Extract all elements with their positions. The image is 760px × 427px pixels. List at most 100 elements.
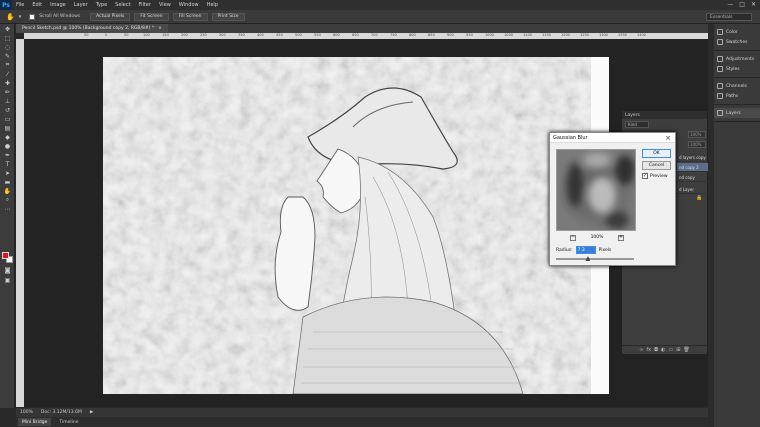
adjustments-label: Adjustments: [726, 56, 755, 62]
close-icon[interactable]: ×: [665, 134, 671, 142]
delete-layer-icon[interactable]: 🗑: [683, 347, 689, 353]
menu-help[interactable]: Help: [203, 2, 222, 8]
paths-panel-button[interactable]: Paths: [714, 91, 760, 101]
layer-row[interactable]: d layers copy: [677, 153, 708, 162]
menu-file[interactable]: File: [12, 2, 28, 8]
channels-panel-button[interactable]: Channels: [714, 81, 760, 91]
dodge-tool-icon[interactable]: ●: [2, 142, 13, 150]
color-panel-group: Color Swatches: [714, 24, 760, 51]
radius-slider[interactable]: [556, 258, 634, 260]
channels-panel-group: Channels Paths: [714, 78, 760, 105]
workspace-select[interactable]: Essentials: [706, 13, 752, 21]
ruler-mark: 650: [352, 33, 359, 37]
quick-select-tool-icon[interactable]: ✎: [2, 52, 13, 60]
radius-input[interactable]: 7.3: [575, 246, 596, 254]
swatches-panel-button[interactable]: Swatches: [714, 37, 760, 47]
mini-bridge-tab[interactable]: Mini Bridge: [18, 418, 52, 426]
status-menu-icon[interactable]: ▶: [90, 410, 93, 415]
ruler-mark: 550: [314, 33, 321, 37]
healing-brush-tool-icon[interactable]: ✚: [2, 79, 13, 87]
gradient-tool-icon[interactable]: ▤: [2, 124, 13, 132]
link-layers-icon[interactable]: ∞: [639, 347, 643, 353]
document-image[interactable]: [103, 57, 609, 394]
menu-bar: Ps File Edit Image Layer Type Select Fil…: [0, 0, 760, 10]
lasso-tool-icon[interactable]: ◌: [2, 43, 13, 51]
styles-panel-button[interactable]: Styles: [714, 64, 760, 74]
type-tool-icon[interactable]: T: [2, 160, 13, 168]
zoom-out-button[interactable]: −: [570, 234, 576, 241]
eyedropper-tool-icon[interactable]: ⁄: [2, 70, 13, 78]
layer-style-icon[interactable]: fx: [646, 347, 651, 353]
hand-tool-icon[interactable]: ✋: [2, 187, 13, 195]
ruler-mark: 750: [390, 33, 397, 37]
menu-image[interactable]: Image: [46, 2, 70, 8]
scroll-all-checkbox[interactable]: [29, 13, 36, 20]
ruler-mark: 800: [409, 33, 416, 37]
fill-screen-button[interactable]: Fill Screen: [172, 12, 208, 21]
shape-tool-icon[interactable]: ▬: [2, 178, 13, 186]
layers-panel-button[interactable]: Layers: [714, 108, 760, 118]
blur-preview[interactable]: [556, 149, 636, 231]
opacity-field[interactable]: 100%: [688, 131, 706, 138]
zoom-tool-icon[interactable]: ⌕: [2, 196, 13, 204]
menu-layer[interactable]: Layer: [70, 2, 92, 8]
document-tab[interactable]: Pencil Sketch.psd @ 100% (Background cop…: [16, 24, 168, 33]
menu-window[interactable]: Window: [175, 2, 203, 8]
zoom-level[interactable]: 100%: [20, 410, 33, 415]
eraser-tool-icon[interactable]: ▭: [2, 115, 13, 123]
actual-pixels-button[interactable]: Actual Pixels: [90, 12, 131, 21]
channels-label: Channels: [726, 83, 747, 89]
menu-edit[interactable]: Edit: [28, 2, 46, 8]
close-button[interactable]: ✕: [751, 1, 756, 8]
vertical-ruler[interactable]: [16, 39, 24, 407]
preview-zoom-row: − 100% +: [570, 234, 624, 241]
clone-stamp-tool-icon[interactable]: ⊥: [2, 97, 13, 105]
zoom-in-button[interactable]: +: [618, 234, 624, 241]
ok-button[interactable]: OK: [642, 149, 671, 158]
screen-mode-icon[interactable]: ▣: [2, 276, 13, 284]
preview-checkbox[interactable]: ✓: [642, 173, 648, 179]
timeline-tab[interactable]: Timeline: [55, 418, 82, 426]
ruler-mark: 0: [105, 33, 108, 37]
print-size-button[interactable]: Print Size: [211, 12, 245, 21]
minimize-button[interactable]: —: [727, 1, 733, 8]
close-tab-icon[interactable]: ×: [158, 26, 162, 31]
paths-icon: [717, 93, 723, 99]
fill-field[interactable]: 100%: [688, 141, 706, 148]
adjustments-panel-button[interactable]: Adjustments: [714, 54, 760, 64]
move-tool-icon[interactable]: ✥: [2, 25, 13, 33]
layer-row[interactable]: nd copy: [677, 173, 708, 182]
crop-tool-icon[interactable]: ⌗: [2, 61, 13, 69]
layer-row[interactable]: d Layer: [677, 185, 708, 194]
pen-tool-icon[interactable]: ✒: [2, 151, 13, 159]
layer-row-selected[interactable]: nd copy 2: [677, 163, 708, 172]
foreground-color-swatch[interactable]: [2, 252, 9, 259]
dialog-title-bar[interactable]: Gaussian Blur: [550, 133, 675, 143]
menu-filter[interactable]: Filter: [135, 2, 155, 8]
channels-icon: [717, 83, 723, 89]
layers-panel-header[interactable]: Layers: [622, 111, 707, 119]
ruler-mark: 900: [447, 33, 454, 37]
layer-kind-filter[interactable]: Kind: [625, 121, 649, 128]
menu-select[interactable]: Select: [111, 2, 134, 8]
adjustment-layer-icon[interactable]: ◐: [661, 347, 665, 353]
brush-tool-icon[interactable]: ✏: [2, 88, 13, 96]
marquee-tool-icon[interactable]: ⬚: [2, 34, 13, 42]
fit-screen-button[interactable]: Fit Screen: [134, 12, 169, 21]
new-group-icon[interactable]: ▭: [668, 347, 673, 353]
blur-tool-icon[interactable]: ◆: [2, 133, 13, 141]
color-panel-button[interactable]: Color: [714, 27, 760, 37]
styles-icon: [717, 66, 723, 72]
menu-type[interactable]: Type: [92, 2, 111, 8]
path-selection-tool-icon[interactable]: ➤: [2, 169, 13, 177]
menu-view[interactable]: View: [155, 2, 175, 8]
maximize-button[interactable]: □: [739, 1, 745, 8]
layer-mask-icon[interactable]: ◘: [654, 347, 658, 353]
quick-mask-icon[interactable]: ◙: [2, 266, 13, 274]
cancel-button[interactable]: Cancel: [642, 161, 671, 170]
new-layer-icon[interactable]: ⊞: [676, 347, 680, 353]
layers-panel-group: Layers: [714, 105, 760, 122]
history-brush-tool-icon[interactable]: ↺: [2, 106, 13, 114]
tool-preset-dropdown-icon[interactable]: ▾: [19, 14, 22, 20]
more-tools-icon[interactable]: ⋯: [2, 205, 13, 213]
